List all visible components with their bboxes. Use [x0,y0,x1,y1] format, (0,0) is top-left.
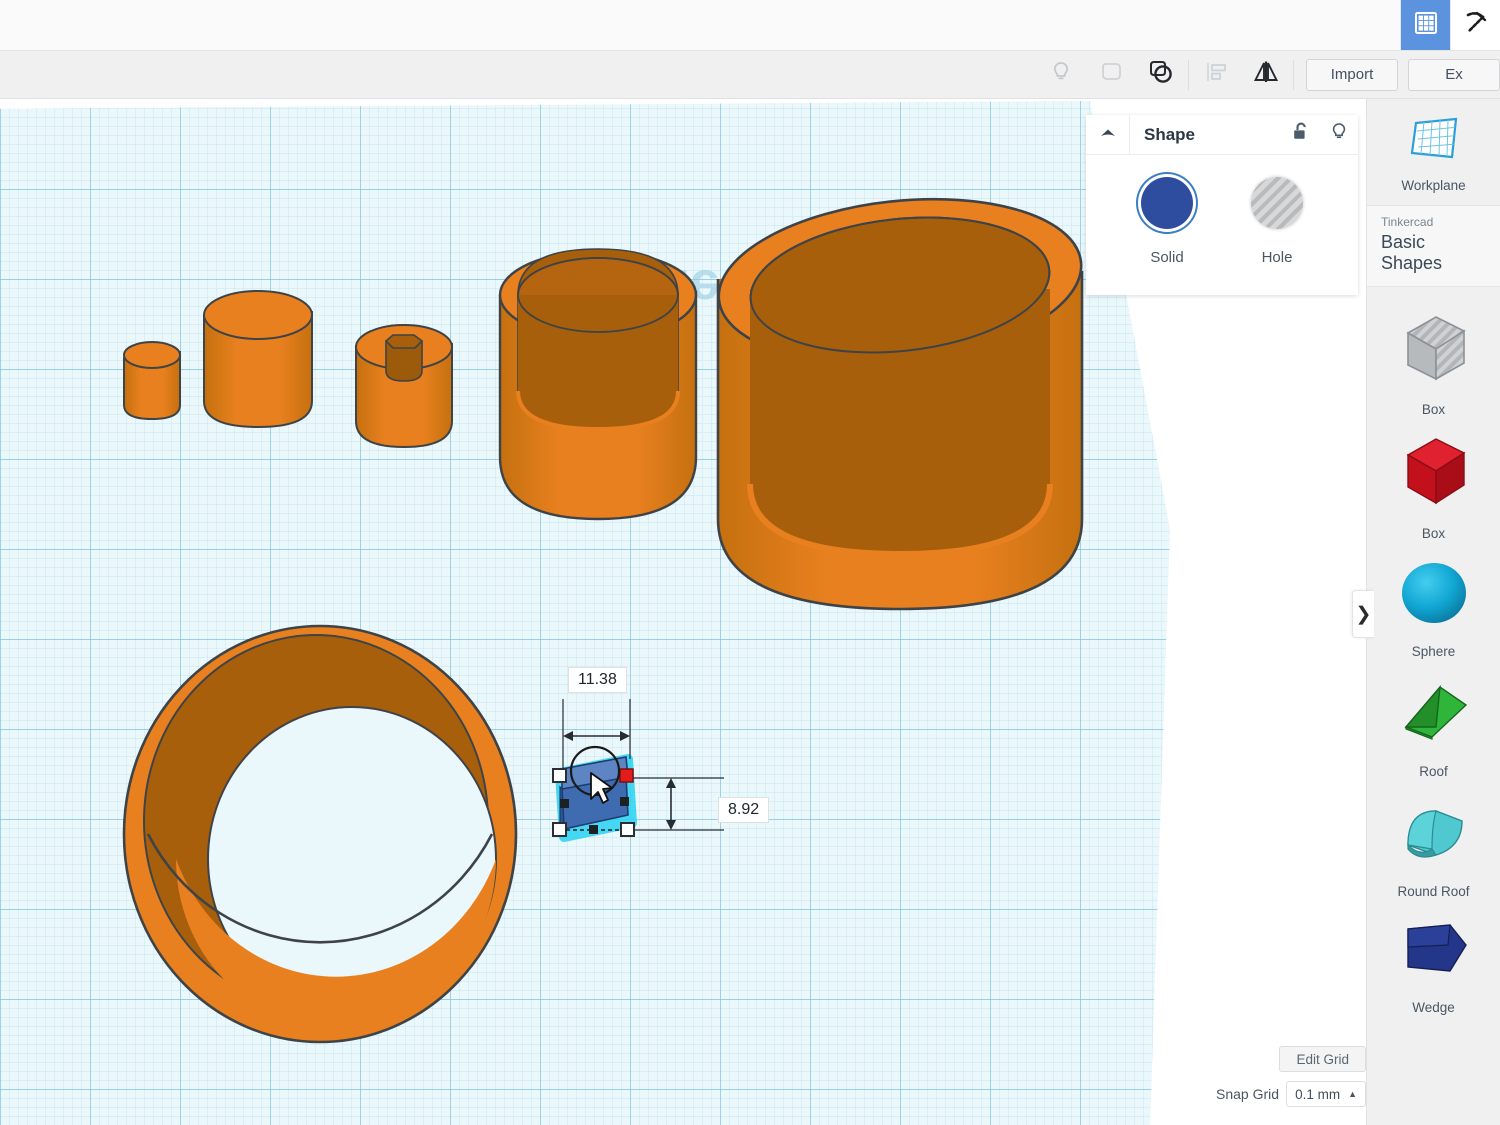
tube-medium[interactable] [500,249,696,519]
import-button[interactable]: Import [1306,59,1398,91]
shape-category-selector[interactable]: Tinkercad Basic Shapes [1367,206,1500,287]
handle-top-left[interactable] [553,769,566,782]
handle-mid-left[interactable] [560,799,569,808]
shape-label: Box [1422,402,1445,417]
workplane-grid-icon [1406,115,1462,170]
top-bar [0,0,1500,51]
handle-mid-right[interactable] [620,797,629,806]
category-name: Basic Shapes [1381,232,1486,274]
shape-library-box[interactable]: Box [1367,421,1500,545]
shape-library-sphere[interactable]: Sphere [1367,545,1500,663]
cylinder-hex-hole[interactable] [356,325,452,447]
round-roof-icon [1392,795,1476,874]
dimension-width-label[interactable]: 11.38 [568,667,627,693]
mirror-icon [1251,59,1281,90]
box-hole-icon [1392,309,1476,392]
toolbar-divider-2 [1293,60,1294,90]
hole-label: Hole [1262,249,1293,266]
cylinder-small[interactable] [124,342,180,419]
grid-controls: Edit Grid Snap Grid 0.1 mm ▲ [1190,1046,1366,1107]
shape-library-list: Box Box [1367,287,1500,1019]
snap-grid-label: Snap Grid [1216,1086,1279,1102]
grid-icon [1412,9,1440,42]
shape-type-selector: Solid Hole [1086,155,1358,295]
shape-panel-collapse-button[interactable] [1086,115,1130,155]
shape-light-button[interactable] [1320,115,1358,155]
shape-label: Roof [1419,764,1448,779]
align-icon [1202,59,1230,90]
handle-bottom-left[interactable] [553,823,566,836]
solid-swatch[interactable] [1141,177,1193,229]
snap-grid-row: Snap Grid 0.1 mm ▲ [1216,1081,1366,1107]
align-button[interactable] [1191,51,1241,99]
cylinder-medium[interactable] [204,291,312,427]
tinkercad-editor: Import Ex [0,0,1500,1125]
secondary-toolbar: Import Ex [0,51,1500,99]
group-shapes-icon [1146,58,1176,91]
shape-option-solid[interactable]: Solid [1141,177,1193,266]
shape-library-wedge[interactable]: Wedge [1367,903,1500,1019]
view-toggle-group [1400,0,1500,50]
light-bulb-button[interactable] [1036,51,1086,99]
handle-bottom-right[interactable] [621,823,634,836]
tube-large[interactable] [711,182,1090,609]
mirror-button[interactable] [1241,51,1291,99]
snap-grid-dropdown[interactable]: 0.1 mm ▲ [1286,1081,1366,1107]
handle-scale-red[interactable] [620,769,633,782]
chevron-up-icon [1099,126,1117,144]
group-button[interactable] [1136,51,1186,99]
roof-icon [1392,675,1476,754]
shape-panel-header: Shape [1086,115,1358,155]
lightbulb-icon [1329,121,1349,148]
shape-label: Wedge [1412,1000,1455,1015]
export-button[interactable]: Ex [1408,59,1500,91]
box-icon [1392,433,1476,516]
shape-library-round-roof[interactable]: Round Roof [1367,783,1500,903]
caret-up-icon: ▲ [1348,1089,1357,1099]
panel-collapse-tab[interactable]: ❯ [1352,590,1374,638]
solid-label: Solid [1150,249,1183,266]
dimension-depth-label[interactable]: 8.92 [718,797,769,823]
shape-panel-title: Shape [1130,125,1282,145]
category-vendor: Tinkercad [1381,215,1486,229]
shape-label: Round Roof [1397,884,1469,899]
pickaxe-icon [1461,8,1491,43]
ungroup-shape-icon [1097,59,1125,90]
snap-grid-value: 0.1 mm [1295,1087,1340,1102]
shape-label: Box [1422,526,1445,541]
shape-library-box-hole[interactable]: Box [1367,297,1500,421]
toolbar-divider [1188,60,1189,90]
wedge-icon [1392,915,1476,990]
sidebar-item-workplane[interactable]: Workplane [1367,99,1500,206]
sphere-icon [1392,557,1476,634]
shape-library-roof[interactable]: Roof [1367,663,1500,783]
shape-label: Sphere [1412,644,1456,659]
shape-option-hole[interactable]: Hole [1251,177,1303,266]
unlocked-padlock-icon [1291,121,1311,148]
tool-group-edit [1036,51,1296,99]
edit-grid-button[interactable]: Edit Grid [1279,1046,1366,1072]
ungroup-button[interactable] [1086,51,1136,99]
grid-view-button[interactable] [1400,0,1450,50]
chevron-right-icon: ❯ [1356,603,1372,626]
pickaxe-tool-button[interactable] [1450,0,1500,50]
shapes-sidebar: Workplane Tinkercad Basic Shapes [1366,99,1500,1125]
ring-large[interactable] [124,626,516,1042]
workplane-label: Workplane [1401,178,1465,193]
lock-toggle-button[interactable] [1282,115,1320,155]
lightbulb-icon [1048,59,1074,90]
shape-properties-panel: Shape [1086,115,1358,295]
hole-swatch[interactable] [1251,177,1303,229]
